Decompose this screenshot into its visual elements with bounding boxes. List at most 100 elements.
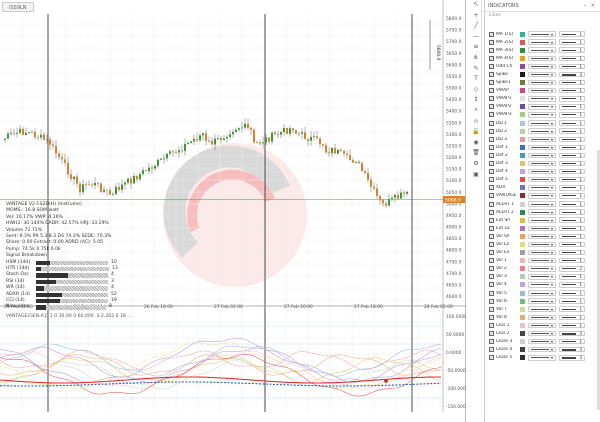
settings-icon[interactable]: ⚙ <box>471 159 481 168</box>
chart-panel[interactable]: 5800.0 5750.0 5700.0 5650.0 5600.0 5550.0 5500… <box>0 0 466 422</box>
color-swatch[interactable] <box>520 266 525 272</box>
line-style-select[interactable]: ▾ <box>528 249 556 256</box>
color-swatch[interactable] <box>520 322 525 328</box>
line-style-select[interactable]: ▾ <box>528 31 556 37</box>
visible-checkbox[interactable]: ✓ <box>489 282 494 288</box>
visible-checkbox[interactable]: ✓ <box>489 290 494 296</box>
color-swatch[interactable] <box>520 185 525 191</box>
line-style-select[interactable]: ▾ <box>528 112 556 118</box>
visible-checkbox[interactable]: ✓ <box>489 331 494 337</box>
line-width-select[interactable]: 1 <box>559 257 585 264</box>
line-width-select[interactable]: 1 <box>559 136 585 143</box>
line-width-select[interactable]: 1 <box>559 87 585 94</box>
visible-checkbox[interactable]: ✓ <box>489 72 494 78</box>
line-width-select[interactable]: 1 <box>559 185 585 191</box>
color-swatch[interactable] <box>520 258 525 264</box>
line-style-select[interactable]: ▾ <box>528 193 556 199</box>
visible-checkbox[interactable]: ✓ <box>489 161 494 167</box>
visible-checkbox[interactable]: ✓ <box>489 63 494 69</box>
line-width-select[interactable]: 1 <box>559 274 585 280</box>
measure-icon[interactable]: ↕ <box>471 95 481 104</box>
color-swatch[interactable] <box>520 241 525 247</box>
line-style-select[interactable]: ▾ <box>528 39 556 45</box>
color-swatch[interactable] <box>520 31 525 37</box>
visible-checkbox[interactable]: ✓ <box>489 96 494 102</box>
line-width-select[interactable]: 1 <box>559 96 585 102</box>
line-style-select[interactable]: ▾ <box>528 282 556 288</box>
color-swatch[interactable] <box>520 120 525 126</box>
line-width-select[interactable]: 1 <box>559 209 585 215</box>
visible-checkbox[interactable]: ✓ <box>489 339 494 345</box>
line-width-select[interactable]: 1 <box>559 322 585 329</box>
line-style-select[interactable]: ▾ <box>528 185 556 191</box>
line-width-select[interactable]: 2 <box>559 266 585 272</box>
line-width-select[interactable]: 1 <box>559 290 585 296</box>
crosshair-icon[interactable]: + <box>471 11 481 20</box>
visible-checkbox[interactable]: ✓ <box>489 233 494 239</box>
color-swatch[interactable] <box>520 217 525 223</box>
color-swatch[interactable] <box>520 39 525 45</box>
trend-line-icon[interactable]: ╱ <box>471 21 481 30</box>
color-swatch[interactable] <box>520 282 525 288</box>
visible-checkbox[interactable]: ✓ <box>489 314 494 320</box>
line-width-select[interactable]: 1 <box>559 306 585 312</box>
color-swatch[interactable] <box>520 201 525 207</box>
line-style-select[interactable]: ▾ <box>528 144 556 151</box>
color-swatch[interactable] <box>520 193 525 199</box>
line-width-select[interactable]: 1 <box>559 233 585 240</box>
line-style-select[interactable]: ▾ <box>528 346 556 353</box>
line-width-select[interactable]: 1 <box>559 55 585 62</box>
color-swatch[interactable] <box>520 80 525 86</box>
line-width-select[interactable]: 1 <box>559 39 585 45</box>
color-swatch[interactable] <box>520 331 525 337</box>
visible-checkbox[interactable]: ✓ <box>489 306 494 312</box>
eye-icon[interactable]: ◉ <box>471 138 481 147</box>
color-swatch[interactable] <box>520 136 525 142</box>
line-width-select[interactable]: 3 <box>559 355 585 361</box>
line-style-select[interactable]: ▾ <box>528 104 556 110</box>
line-style-select[interactable]: ▾ <box>528 298 556 304</box>
line-style-select[interactable]: ▾ <box>528 217 556 223</box>
visible-checkbox[interactable]: ✓ <box>489 201 494 207</box>
visible-checkbox[interactable]: ✓ <box>489 39 494 45</box>
visible-checkbox[interactable]: ✓ <box>489 250 494 256</box>
visible-checkbox[interactable]: ✓ <box>489 193 494 199</box>
color-swatch[interactable] <box>520 104 525 110</box>
color-swatch[interactable] <box>520 63 525 69</box>
color-swatch[interactable] <box>520 355 525 361</box>
line-style-select[interactable]: ▾ <box>528 168 556 175</box>
visible-checkbox[interactable]: ✓ <box>489 225 494 231</box>
visible-checkbox[interactable]: ✓ <box>489 31 494 37</box>
line-width-select[interactable]: 1 <box>559 152 585 159</box>
color-swatch[interactable] <box>520 47 525 53</box>
visible-checkbox[interactable]: ✓ <box>489 88 494 94</box>
horizontal-line-icon[interactable]: — <box>471 32 481 41</box>
line-width-select[interactable]: 1 <box>559 217 585 223</box>
visible-checkbox[interactable]: ✓ <box>489 152 494 158</box>
line-style-select[interactable]: ▾ <box>528 136 556 143</box>
line-style-select[interactable]: ▾ <box>528 47 556 53</box>
line-style-select[interactable]: ▾ <box>528 201 556 207</box>
line-width-select[interactable]: 1 <box>559 338 585 345</box>
color-swatch[interactable] <box>520 128 525 134</box>
line-width-select[interactable]: 1 <box>559 112 585 118</box>
visible-checkbox[interactable]: ✓ <box>489 47 494 53</box>
line-style-select[interactable]: ▾ <box>528 338 556 345</box>
color-swatch[interactable] <box>520 347 525 353</box>
line-width-select[interactable]: 1 <box>559 241 585 248</box>
color-swatch[interactable] <box>520 274 525 280</box>
visible-checkbox[interactable]: ✓ <box>489 217 494 223</box>
line-style-select[interactable]: ▾ <box>528 257 556 264</box>
line-width-select[interactable]: 1 <box>559 176 585 183</box>
brush-icon[interactable]: ✎ <box>471 64 481 73</box>
line-width-select[interactable]: 1 <box>559 63 585 70</box>
visible-checkbox[interactable]: ✓ <box>489 258 494 264</box>
visible-checkbox[interactable]: ✓ <box>489 128 494 134</box>
line-style-select[interactable]: ▾ <box>528 314 556 321</box>
color-swatch[interactable] <box>520 177 525 183</box>
visible-checkbox[interactable]: ✓ <box>489 298 494 304</box>
line-style-select[interactable]: ▾ <box>528 225 556 232</box>
visible-checkbox[interactable]: ✓ <box>489 266 494 272</box>
line-style-select[interactable]: ▾ <box>528 306 556 312</box>
camera-icon[interactable]: ▣ <box>471 170 481 179</box>
